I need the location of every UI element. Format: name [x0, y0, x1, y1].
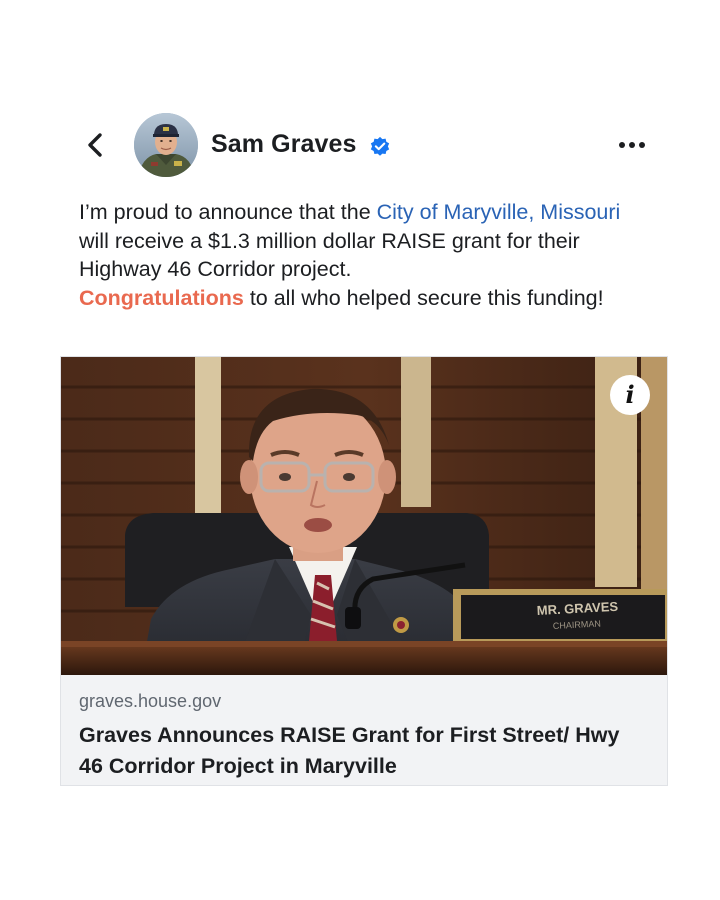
post-text-part: I’m proud to announce that the	[79, 200, 377, 224]
verified-badge-icon	[370, 136, 390, 156]
post-header: Sam Graves	[0, 112, 720, 178]
link-preview-card[interactable]: MR. GRAVES CHAIRMAN i graves.house.gov G…	[60, 356, 668, 786]
link-domain: graves.house.gov	[79, 691, 222, 711]
link-title[interactable]: Graves Announces RAISE Grant for First S…	[79, 720, 649, 782]
post-text-part: to all who helped secure this funding!	[243, 285, 604, 310]
highlighted-word: Congratulations	[79, 285, 244, 310]
back-button[interactable]	[82, 130, 110, 160]
profile-photo	[134, 113, 198, 177]
more-options-button[interactable]	[616, 134, 648, 156]
avatar[interactable]	[134, 113, 198, 177]
post-text: I’m proud to announce that the City of M…	[79, 198, 654, 312]
chevron-left-icon	[88, 133, 102, 157]
more-horizontal-icon	[619, 142, 645, 148]
location-link[interactable]: City of Maryville, Missouri	[377, 200, 621, 224]
link-preview-meta: graves.house.gov Graves Announces RAISE …	[61, 675, 667, 785]
link-preview-image: MR. GRAVES CHAIRMAN i	[61, 357, 667, 675]
post-text-part: will receive a $1.3 million dollar RAISE…	[79, 228, 580, 282]
info-button[interactable]: i	[610, 375, 650, 415]
author-name[interactable]: Sam Graves	[211, 130, 357, 159]
congressman-photo: MR. GRAVES CHAIRMAN	[61, 357, 667, 675]
